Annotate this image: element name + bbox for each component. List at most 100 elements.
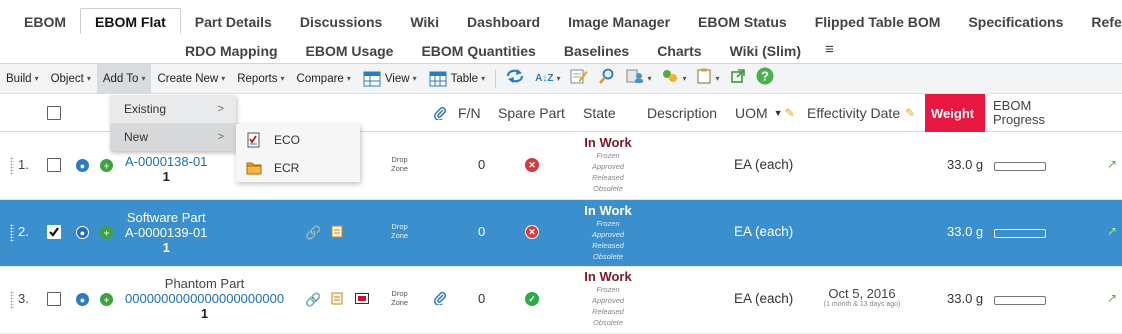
globe-icon[interactable]: ●: [76, 226, 89, 239]
link-icon[interactable]: 🔗: [305, 225, 321, 241]
link-icon[interactable]: 🔗: [305, 292, 321, 308]
menu-item-new-label: New: [124, 130, 149, 144]
sort-button[interactable]: A↓Z ▾: [530, 64, 565, 94]
help-button[interactable]: ?: [751, 64, 779, 94]
tab-ebom-usage[interactable]: EBOM Usage: [292, 37, 408, 63]
tab-baselines[interactable]: Baselines: [550, 37, 643, 63]
create-new-menu-button[interactable]: Create New ▾: [151, 64, 231, 94]
tab-dashboard[interactable]: Dashboard: [453, 8, 554, 34]
row-number: 2.: [18, 224, 29, 239]
tab-rdo-mapping[interactable]: RDO Mapping: [171, 37, 292, 63]
menu-item-existing[interactable]: Existing >: [110, 95, 236, 123]
table-row[interactable]: 2. ● + Software Part A-0000139-01 1 🔗 Dr…: [0, 200, 1122, 267]
effectivity-relative: (1 month & 13 days ago): [823, 301, 901, 308]
tab-ebom-quantities[interactable]: EBOM Quantities: [407, 37, 549, 63]
add-child-icon[interactable]: +: [100, 226, 113, 239]
error-icon: ✕: [525, 158, 539, 172]
paperclip-icon[interactable]: [433, 291, 447, 305]
header-spare-part[interactable]: Spare Part: [498, 94, 565, 132]
state-current[interactable]: In Work: [584, 203, 631, 218]
clipboard-button[interactable]: ▾: [691, 64, 724, 94]
refresh-button[interactable]: [500, 64, 530, 94]
tab-wiki[interactable]: Wiki: [396, 8, 453, 34]
select-all-checkbox[interactable]: [47, 94, 61, 132]
state-current[interactable]: In Work: [584, 269, 631, 284]
help-icon: ?: [756, 67, 774, 90]
external-link-icon[interactable]: ↗: [1107, 224, 1117, 238]
open-external-button[interactable]: [725, 64, 751, 94]
part-number-link[interactable]: 0000000000000000000000: [125, 291, 284, 306]
add-child-icon[interactable]: +: [100, 293, 113, 306]
tab-ebom-flat[interactable]: EBOM Flat: [80, 8, 181, 34]
clipboard-icon[interactable]: [331, 224, 343, 238]
table-row[interactable]: 3. ● + Phantom Part 00000000000000000000…: [0, 267, 1122, 334]
checkbox[interactable]: [47, 225, 61, 239]
globe-icon[interactable]: ●: [76, 159, 89, 172]
drop-zone[interactable]: Drop Zone: [391, 289, 408, 307]
external-link-icon[interactable]: ↗: [1107, 291, 1117, 305]
header-description[interactable]: Description: [647, 94, 717, 132]
view-menu-button[interactable]: View ▾: [357, 64, 423, 94]
tab-ebom-status[interactable]: EBOM Status: [684, 8, 801, 34]
uom-value: EA (each): [734, 224, 794, 239]
drop-zone[interactable]: Drop Zone: [391, 155, 408, 173]
clipboard-icon[interactable]: [331, 291, 343, 305]
object-menu-button[interactable]: Object ▾: [45, 64, 97, 94]
assign-button[interactable]: ▾: [621, 64, 656, 94]
image-icon[interactable]: [355, 293, 369, 304]
edit-button[interactable]: [565, 64, 593, 94]
tab-reference-documents[interactable]: Reference D: [1077, 8, 1122, 34]
reports-menu-button[interactable]: Reports ▾: [231, 64, 290, 94]
menu-item-eco[interactable]: ECO: [236, 126, 360, 154]
build-menu-button[interactable]: Build ▾: [0, 64, 45, 94]
ebom-progress-bar: [994, 162, 1046, 171]
tab-charts[interactable]: Charts: [643, 37, 715, 63]
tab-specifications[interactable]: Specifications: [954, 8, 1077, 34]
header-state[interactable]: State: [583, 94, 616, 132]
header-effectivity-date[interactable]: Effectivity Date ✎: [807, 94, 915, 132]
tab-row-2: RDO Mapping EBOM Usage EBOM Quantities B…: [171, 37, 844, 63]
row-checkbox[interactable]: [47, 158, 61, 172]
drop-zone[interactable]: Drop Zone: [391, 222, 408, 240]
paperclip-icon: [433, 94, 447, 132]
header-weight[interactable]: Weight: [925, 94, 985, 132]
checkbox[interactable]: [47, 106, 61, 120]
chevron-right-icon: >: [217, 103, 224, 115]
tab-image-manager[interactable]: Image Manager: [554, 8, 684, 34]
table-menu-button[interactable]: Table ▾: [423, 64, 492, 94]
tab-flipped-table-bom[interactable]: Flipped Table BOM: [801, 8, 955, 34]
new-submenu: ECO ECR: [236, 124, 360, 182]
part-number-link[interactable]: A-0000138-01: [125, 154, 207, 169]
header-uom[interactable]: UOM ▼ ✎: [735, 94, 795, 132]
tab-ebom[interactable]: EBOM: [10, 8, 80, 34]
add-to-dropdown: Existing > New >: [110, 95, 236, 151]
search-button[interactable]: [593, 64, 621, 94]
classify-button[interactable]: ▾: [656, 64, 691, 94]
row-checkbox[interactable]: [47, 292, 61, 306]
chevron-down-icon: ▾: [221, 74, 226, 83]
eco-document-icon: [246, 132, 262, 148]
part-name-block: Phantom Part 0000000000000000000000 1: [125, 276, 284, 321]
compare-menu-button[interactable]: Compare ▾: [291, 64, 357, 94]
add-child-icon[interactable]: +: [100, 159, 113, 172]
tab-part-details[interactable]: Part Details: [181, 8, 286, 34]
drag-handle[interactable]: [10, 291, 14, 309]
add-to-menu-button[interactable]: Add To ▾: [96, 63, 152, 94]
header-ebom-progress[interactable]: EBOM Progress: [993, 94, 1045, 132]
drag-handle[interactable]: [10, 224, 14, 242]
checkbox[interactable]: [47, 292, 61, 306]
tabs-menu-icon[interactable]: ≡: [815, 37, 844, 63]
menu-item-new[interactable]: New >: [110, 123, 236, 151]
effectivity-date: Oct 5, 2016: [828, 286, 896, 301]
header-fn[interactable]: F/N: [458, 94, 481, 132]
tab-discussions[interactable]: Discussions: [286, 8, 396, 34]
external-link-icon[interactable]: ↗: [1107, 157, 1117, 171]
state-current[interactable]: In Work: [584, 135, 631, 150]
row-checkbox[interactable]: [47, 225, 61, 239]
tab-wiki-slim[interactable]: Wiki (Slim): [716, 37, 815, 63]
part-number-link[interactable]: A-0000139-01: [125, 225, 207, 240]
globe-icon[interactable]: ●: [76, 293, 89, 306]
drag-handle[interactable]: [10, 157, 14, 175]
menu-item-ecr[interactable]: ECR: [236, 154, 360, 182]
checkbox[interactable]: [47, 158, 61, 172]
